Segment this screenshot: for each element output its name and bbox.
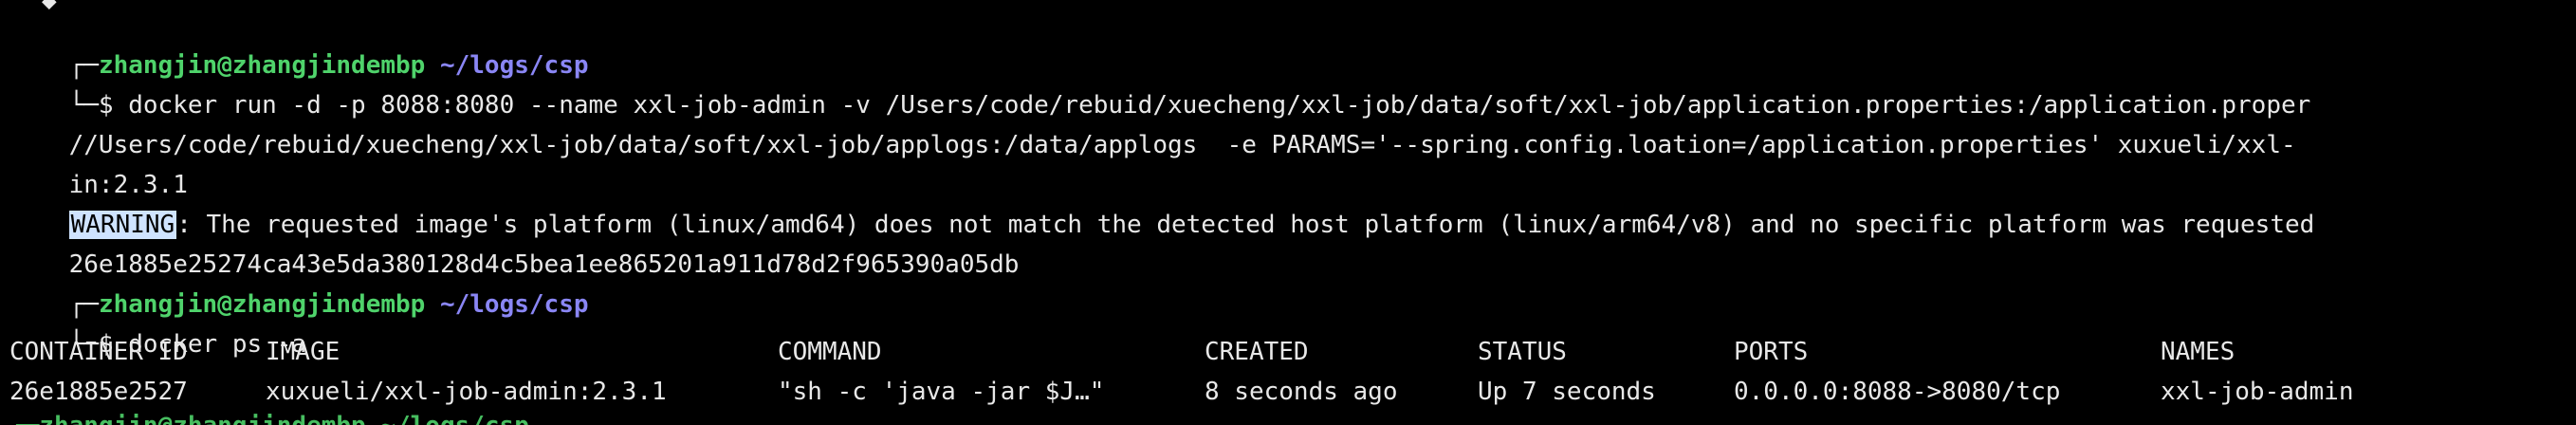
cell-names: xxl-job-admin bbox=[2161, 378, 2354, 406]
warning-line: WARNING: The requested image's platform … bbox=[9, 176, 2314, 239]
cell-command: "sh -c 'java -jar $J…" bbox=[778, 378, 1105, 406]
command-line-ps[interactable]: └─$ docker ps -a bbox=[9, 296, 306, 359]
command-line-run-1[interactable]: └─$ docker run -d -p 8088:8080 --name xx… bbox=[9, 57, 2311, 120]
partial-next-prompt: ┌─zhangjin@zhangjindembp ~/logs/csp bbox=[9, 410, 529, 425]
prompt-line-1: ┌─zhangjin@zhangjindembp ~/logs/csp bbox=[9, 17, 589, 80]
header-image: IMAGE bbox=[266, 338, 340, 366]
header-ports: PORTS bbox=[1734, 338, 1809, 366]
terminal-window[interactable]: ◆ ┌─zhangjin@zhangjindembp ~/logs/csp └─… bbox=[0, 0, 2576, 425]
table-header-row: CONTAINER ID IMAGE COMMAND CREATED STATU… bbox=[9, 336, 2570, 368]
prompt-line-2: ┌─zhangjin@zhangjindembp ~/logs/csp bbox=[9, 256, 589, 319]
header-created: CREATED bbox=[1205, 338, 1309, 366]
cell-ports: 0.0.0.0:8088->8080/tcp bbox=[1734, 378, 2061, 406]
command-line-run-2[interactable]: //Users/code/rebuid/xuecheng/xxl-job/dat… bbox=[9, 97, 2296, 159]
cursor-remnant-icon: ◆ bbox=[42, 0, 57, 15]
table-row: 26e1885e2527 xuxueli/xxl-job-admin:2.3.1… bbox=[9, 376, 2570, 408]
cell-status: Up 7 seconds bbox=[1478, 378, 1656, 406]
cell-created: 8 seconds ago bbox=[1205, 378, 1398, 406]
prompt-path: ~/logs/csp bbox=[439, 290, 589, 319]
header-names: NAMES bbox=[2161, 338, 2236, 366]
command-line-run-3[interactable]: in:2.3.1 bbox=[9, 137, 188, 199]
header-command: COMMAND bbox=[778, 338, 882, 366]
cell-container-id: 26e1885e2527 bbox=[9, 378, 188, 406]
header-container-id: CONTAINER ID bbox=[9, 338, 188, 366]
header-status: STATUS bbox=[1478, 338, 1567, 366]
container-hash-line: 26e1885e25274ca43e5da380128d4c5bea1ee865… bbox=[9, 216, 1020, 279]
cell-image: xuxueli/xxl-job-admin:2.3.1 bbox=[266, 378, 667, 406]
command-text-cont[interactable]: //Users/code/rebuid/xuecheng/xxl-job/dat… bbox=[69, 131, 2296, 159]
